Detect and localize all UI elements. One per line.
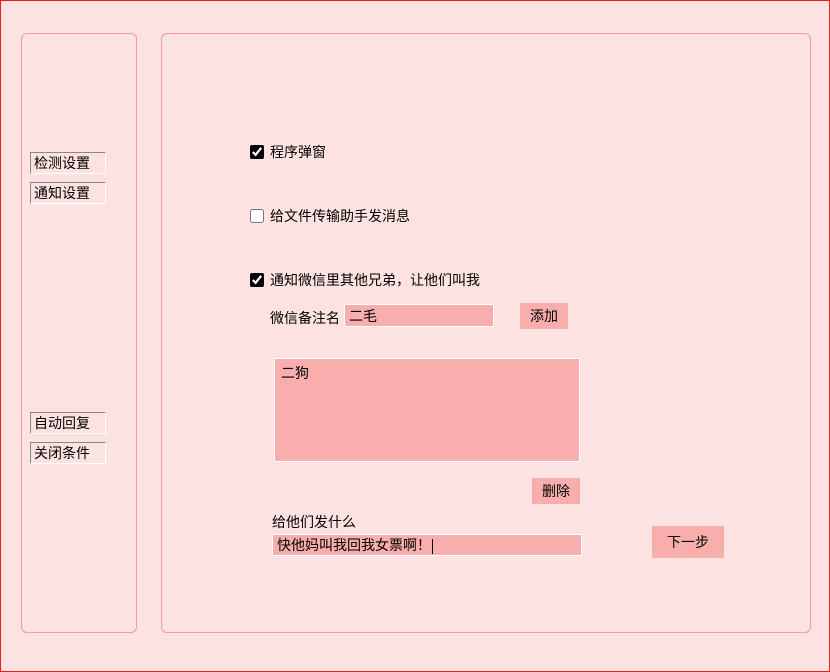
option-wechat-label: 通知微信里其他兄弟，让他们叫我 <box>270 270 480 290</box>
option-popup-label: 程序弹窗 <box>270 142 326 162</box>
option-filehelper-label: 给文件传输助手发消息 <box>270 206 410 226</box>
delete-button[interactable]: 删除 <box>532 478 580 504</box>
option-wechat-checkbox[interactable] <box>250 273 264 287</box>
option-filehelper-checkbox[interactable] <box>250 209 264 223</box>
message-input-text: 快他妈叫我回我女票啊！ <box>277 537 431 553</box>
main-panel: 程序弹窗 给文件传输助手发消息 通知微信里其他兄弟，让他们叫我 微信备注名 添加… <box>161 33 811 633</box>
add-button[interactable]: 添加 <box>520 303 568 329</box>
option-popup-checkbox[interactable] <box>250 145 264 159</box>
message-input[interactable]: 快他妈叫我回我女票啊！ <box>272 534 582 556</box>
option-filehelper-row: 给文件传输助手发消息 <box>250 206 410 226</box>
sidebar: 检测设置 通知设置 自动回复 关闭条件 <box>21 33 137 633</box>
sidebar-item-notify-settings[interactable]: 通知设置 <box>30 182 106 204</box>
remark-input[interactable] <box>344 304 494 327</box>
message-label: 给他们发什么 <box>272 512 356 532</box>
text-caret <box>432 539 433 554</box>
sidebar-item-detect-settings[interactable]: 检测设置 <box>30 152 106 174</box>
next-button[interactable]: 下一步 <box>652 526 724 558</box>
option-popup-row: 程序弹窗 <box>250 142 326 162</box>
list-item[interactable]: 二狗 <box>281 363 573 383</box>
sidebar-item-close-condition[interactable]: 关闭条件 <box>30 442 106 464</box>
remark-label: 微信备注名 <box>270 308 340 328</box>
option-wechat-row: 通知微信里其他兄弟，让他们叫我 <box>250 270 480 290</box>
names-listbox[interactable]: 二狗 <box>274 358 580 462</box>
sidebar-item-auto-reply[interactable]: 自动回复 <box>30 412 106 434</box>
